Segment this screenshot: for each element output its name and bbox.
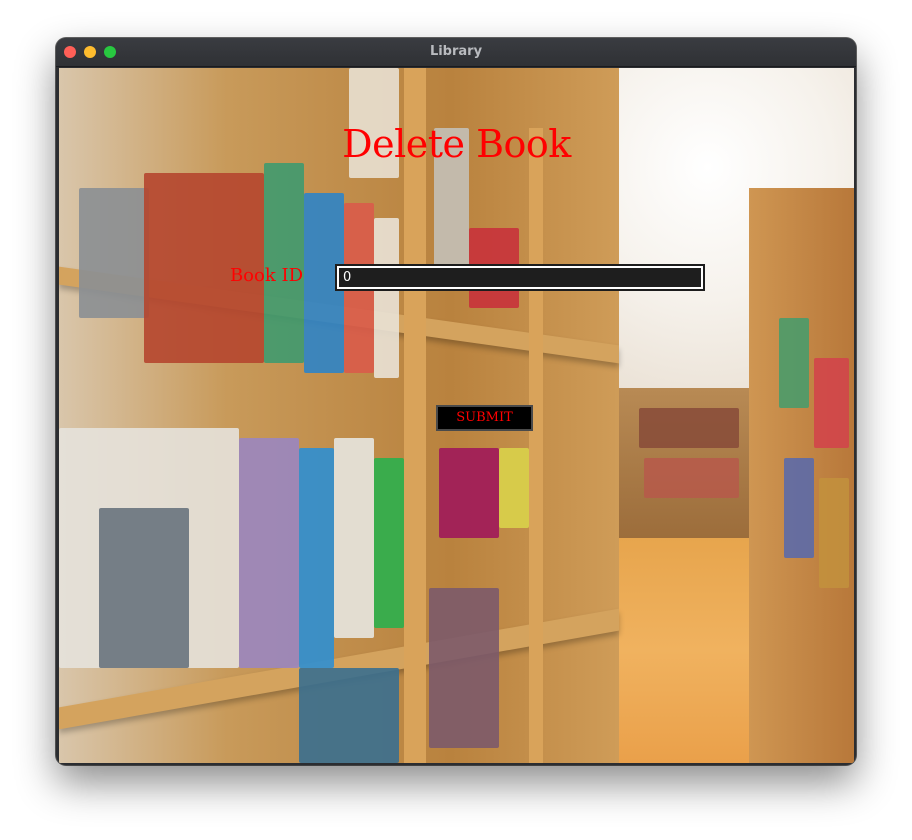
main-canvas: Delete Book Book ID 0 SUBMIT (59, 68, 854, 763)
book-id-label: Book ID (229, 265, 304, 286)
page-title: Delete Book (342, 122, 571, 166)
app-window: Library Delete Book Book ID 0 SUBMIT (56, 38, 856, 765)
book-id-input[interactable]: 0 (335, 264, 705, 291)
submit-button[interactable]: SUBMIT (436, 405, 533, 431)
title-bar[interactable]: Library (56, 38, 856, 67)
window-title: Library (429, 44, 483, 59)
